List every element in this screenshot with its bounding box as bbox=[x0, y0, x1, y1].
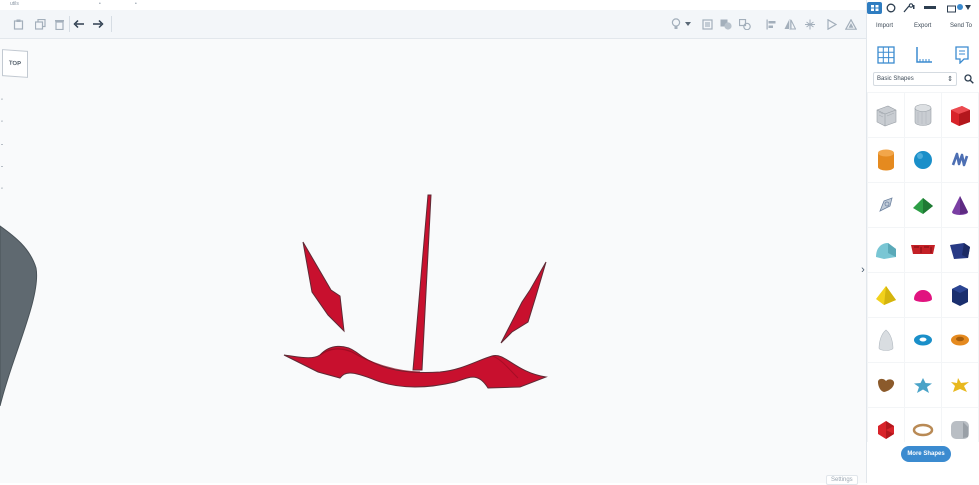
send-to-button[interactable]: Send To bbox=[950, 23, 972, 29]
delete-icon[interactable] bbox=[51, 16, 67, 32]
left-blade[interactable] bbox=[302, 241, 345, 333]
redo-icon[interactable] bbox=[90, 16, 106, 32]
export-button[interactable]: Export bbox=[914, 23, 931, 29]
notes-icon[interactable] bbox=[951, 44, 973, 66]
shape-paraboloid[interactable] bbox=[868, 318, 904, 362]
minimize-icon[interactable] bbox=[923, 2, 937, 14]
paste-icon[interactable] bbox=[10, 16, 26, 32]
file-actions: Import Export Send To bbox=[867, 18, 979, 38]
shape-heart[interactable] bbox=[868, 363, 904, 407]
view-cube-label: TOP bbox=[8, 60, 22, 67]
shape-cylinder[interactable] bbox=[868, 138, 904, 182]
shape-box-hole[interactable] bbox=[868, 93, 904, 137]
settings-link[interactable]: Settings bbox=[826, 475, 858, 485]
import-button[interactable]: Import bbox=[876, 23, 893, 29]
search-icon[interactable] bbox=[962, 72, 976, 86]
center-needle[interactable] bbox=[412, 194, 432, 371]
perspective-icon[interactable]: ◦ bbox=[1, 186, 7, 192]
shape-cylinder-hole[interactable] bbox=[905, 93, 941, 137]
shape-grid bbox=[867, 92, 979, 452]
shape-wedge[interactable] bbox=[942, 228, 978, 272]
workplane-canvas[interactable]: TOP ◦ ◦ - - ◦ bbox=[0, 39, 866, 483]
view-cube[interactable]: TOP bbox=[2, 49, 28, 78]
panel-top-icons bbox=[867, 0, 979, 16]
play-icon[interactable] bbox=[824, 16, 840, 32]
shape-pyramid[interactable] bbox=[868, 273, 904, 317]
title-dot: • bbox=[99, 1, 101, 7]
workplane-icon[interactable] bbox=[843, 16, 859, 32]
group-icon[interactable] bbox=[718, 16, 734, 32]
pick-icon[interactable] bbox=[903, 2, 915, 14]
grid-view-icon[interactable] bbox=[867, 2, 882, 14]
more-shapes-button[interactable]: More Shapes bbox=[901, 446, 951, 462]
shape-text[interactable] bbox=[905, 228, 941, 272]
account-icon[interactable] bbox=[947, 2, 977, 14]
copy-icon[interactable] bbox=[32, 16, 48, 32]
shape-rounded-box[interactable] bbox=[942, 408, 978, 452]
shape-cone[interactable] bbox=[942, 183, 978, 227]
shape-star[interactable] bbox=[905, 363, 941, 407]
shape-sphere[interactable] bbox=[905, 138, 941, 182]
model-view bbox=[0, 194, 548, 407]
fit-view-icon[interactable]: ◦ bbox=[1, 119, 7, 125]
ruler-icon[interactable] bbox=[913, 44, 935, 66]
shape-half-sphere[interactable] bbox=[905, 273, 941, 317]
shape-polygon[interactable] bbox=[942, 273, 978, 317]
shape-text-hole[interactable] bbox=[868, 183, 904, 227]
light-bulb-icon[interactable] bbox=[668, 16, 684, 32]
rotate-icon[interactable] bbox=[885, 2, 897, 14]
note-icon[interactable] bbox=[699, 16, 715, 32]
shape-round-roof[interactable] bbox=[868, 228, 904, 272]
toolbar-divider bbox=[69, 16, 70, 32]
shape-icosahedron[interactable] bbox=[868, 408, 904, 452]
shape-box[interactable] bbox=[942, 93, 978, 137]
title-dot-2: • bbox=[135, 1, 137, 7]
right-blade[interactable] bbox=[500, 261, 547, 344]
align-icon[interactable] bbox=[763, 16, 779, 32]
toolbar-divider-2 bbox=[111, 16, 112, 32]
shape-library-select[interactable]: Basic Shapes ⇕ bbox=[873, 72, 957, 86]
shape-roof[interactable] bbox=[905, 183, 941, 227]
shape-tube[interactable] bbox=[942, 318, 978, 362]
mirror-icon[interactable] bbox=[782, 16, 798, 32]
main-toolbar bbox=[0, 10, 866, 39]
zoom-out-icon[interactable]: - bbox=[1, 164, 7, 170]
shape-star-gold[interactable] bbox=[942, 363, 978, 407]
window-title: utils bbox=[10, 1, 19, 7]
shape-library-selected: Basic Shapes bbox=[877, 76, 914, 82]
grey-shape[interactable] bbox=[0, 225, 38, 407]
undo-icon[interactable] bbox=[71, 16, 87, 32]
dropdown-icon[interactable] bbox=[684, 16, 692, 32]
shape-scribble[interactable] bbox=[942, 138, 978, 182]
top-strip: utils • • bbox=[0, 0, 979, 10]
panel-view-icons bbox=[867, 40, 979, 70]
workplane-grid-icon[interactable] bbox=[875, 44, 897, 66]
shape-torus[interactable] bbox=[905, 318, 941, 362]
select-arrows-icon: ⇕ bbox=[947, 76, 953, 83]
cruise-icon[interactable] bbox=[802, 16, 818, 32]
ungroup-icon[interactable] bbox=[737, 16, 753, 32]
zoom-in-icon[interactable]: - bbox=[1, 142, 7, 148]
home-view-icon[interactable]: ◦ bbox=[1, 97, 7, 103]
right-panel: Import Export Send To Basic Shapes ⇕ Mor… bbox=[866, 0, 979, 483]
